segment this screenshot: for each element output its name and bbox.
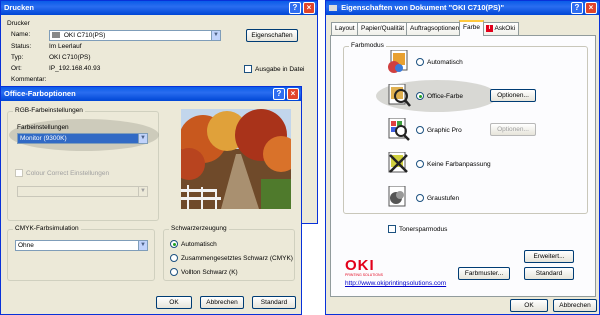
ok-button[interactable]: OK xyxy=(156,296,192,309)
oki-logo-subtext: PRINTING SOLUTIONS xyxy=(345,273,383,277)
type-label: Typ: xyxy=(11,54,24,61)
mode-no-match-label: Keine Farbanpassung xyxy=(427,161,491,168)
help-button[interactable]: ? xyxy=(289,2,301,14)
print-dialog-titlebar[interactable]: Drucken ? × xyxy=(1,1,317,15)
mode-grayscale-label: Graustufen xyxy=(427,195,460,202)
name-label: Name: xyxy=(11,31,31,38)
toner-save-checkbox[interactable] xyxy=(388,225,396,233)
tab-color[interactable]: Farbe xyxy=(459,20,484,36)
help-button[interactable]: ? xyxy=(571,2,583,14)
cancel-button[interactable]: Abbrechen xyxy=(200,296,244,309)
chevron-down-icon[interactable]: ▼ xyxy=(138,187,147,196)
black-auto-label: Automatisch xyxy=(181,241,217,248)
color-correct-checkbox[interactable] xyxy=(15,169,23,177)
office-color-dialog: Office-Farboptionen ? × RGB-Farbeinstell… xyxy=(0,86,302,315)
mode-graphic-pro-radio[interactable] xyxy=(416,126,424,134)
print-dialog-title: Drucken xyxy=(4,3,35,12)
advanced-button[interactable]: Erweitert... xyxy=(524,250,574,263)
tab-askoki-label: AskOki xyxy=(494,25,516,32)
chevron-down-icon[interactable]: ▼ xyxy=(138,134,147,143)
rgb-group-title: RGB-Farbeinstellungen xyxy=(13,107,85,114)
color-settings-label: Farbeinstellungen xyxy=(17,124,69,131)
toner-save-label: Tonersparmodus xyxy=(399,226,448,233)
printer-icon xyxy=(52,32,60,39)
no-color-match-icon xyxy=(388,152,408,173)
mode-graphic-pro-label: Graphic Pro xyxy=(427,127,462,134)
info-icon: i xyxy=(486,24,493,32)
close-button[interactable]: × xyxy=(303,2,315,14)
mode-auto-label: Automatisch xyxy=(427,59,463,66)
document-properties-dialog: Eigenschaften von Dokument "OKI C710(PS)… xyxy=(325,0,600,315)
comment-label: Kommentar: xyxy=(11,76,47,83)
color-settings-value: Monitor (9300K) xyxy=(20,135,67,142)
cancel-button[interactable]: Abbrechen xyxy=(553,299,597,312)
tab-job-options[interactable]: Auftragsoptionen xyxy=(406,22,464,35)
color-sample-button[interactable]: Farbmuster... xyxy=(458,267,510,280)
color-mode-group: Farbmodus xyxy=(343,42,588,214)
color-correct-label: Colour Correct Einstellungen xyxy=(26,170,110,177)
color-mode-title: Farbmodus xyxy=(349,42,386,49)
chevron-down-icon[interactable]: ▼ xyxy=(211,31,220,40)
type-value: OKI C710(PS) xyxy=(49,54,91,61)
oki-logo-text: OKI xyxy=(345,257,375,274)
standard-button[interactable]: Standard xyxy=(252,296,296,309)
graphic-pro-icon xyxy=(388,118,410,141)
tab-layout[interactable]: Layout xyxy=(331,22,359,35)
color-settings-select[interactable]: Monitor (9300K) ▼ xyxy=(17,133,148,144)
ok-button[interactable]: OK xyxy=(510,299,548,312)
printer-group-label: Drucker xyxy=(7,20,30,27)
black-pure-label: Vollton Schwarz (K) xyxy=(181,269,238,276)
preview-image xyxy=(181,109,291,209)
print-to-file-checkbox[interactable] xyxy=(244,65,252,73)
tab-paper-quality[interactable]: Papier/Qualität xyxy=(357,22,408,35)
print-to-file-label: Ausgabe in Datei xyxy=(255,66,305,73)
status-value: Im Leerlauf xyxy=(49,43,82,50)
black-pure-radio[interactable] xyxy=(170,268,178,276)
properties-titlebar[interactable]: Eigenschaften von Dokument "OKI C710(PS)… xyxy=(326,1,599,15)
cmyk-group: CMYK-Farbsimulation xyxy=(7,225,155,281)
mode-office-label: Office-Farbe xyxy=(427,93,464,100)
auto-color-icon xyxy=(388,50,408,73)
printer-icon xyxy=(329,5,337,12)
close-button[interactable]: × xyxy=(287,88,299,100)
properties-button[interactable]: Eigenschaften xyxy=(246,29,298,42)
mode-no-match-radio[interactable] xyxy=(416,160,424,168)
black-composite-radio[interactable] xyxy=(170,254,178,262)
chevron-down-icon[interactable]: ▼ xyxy=(138,241,147,250)
mode-auto-radio[interactable] xyxy=(416,58,424,66)
color-correct-select[interactable]: ▼ xyxy=(17,186,148,197)
oki-url-link[interactable]: http://www.okiprintingsolutions.com xyxy=(345,280,446,287)
graphic-pro-options-button[interactable]: Optionen... xyxy=(490,123,536,136)
grayscale-icon xyxy=(388,186,406,207)
printer-select-value: OKI C710(PS) xyxy=(63,32,106,39)
oki-logo: OKI PRINTING SOLUTIONS xyxy=(345,257,383,277)
properties-title: Eigenschaften von Dokument "OKI C710(PS)… xyxy=(341,3,505,12)
office-color-title: Office-Farboptionen xyxy=(4,89,76,98)
location-label: Ort: xyxy=(11,65,22,72)
office-color-titlebar[interactable]: Office-Farboptionen ? × xyxy=(1,87,301,101)
status-label: Status: xyxy=(11,43,32,50)
standard-button[interactable]: Standard xyxy=(524,267,574,280)
mode-office-radio[interactable] xyxy=(416,92,424,100)
cmyk-value: Ohne xyxy=(18,242,34,249)
close-button[interactable]: × xyxy=(585,2,597,14)
office-color-icon xyxy=(388,84,411,107)
cmyk-group-title: CMYK-Farbsimulation xyxy=(13,225,81,232)
black-auto-radio[interactable] xyxy=(170,240,178,248)
cmyk-select[interactable]: Ohne ▼ xyxy=(15,240,148,251)
location-value: IP_192.168.40.93 xyxy=(49,65,101,72)
tab-askoki[interactable]: i AskOki xyxy=(482,22,520,35)
mode-grayscale-radio[interactable] xyxy=(416,194,424,202)
printer-select[interactable]: OKI C710(PS) ▼ xyxy=(49,30,221,41)
black-group-title: Schwarzerzeugung xyxy=(169,225,229,232)
help-button[interactable]: ? xyxy=(273,88,285,100)
black-composite-label: Zusammengesetztes Schwarz (CMYK) xyxy=(181,255,293,262)
office-options-button[interactable]: Optionen... xyxy=(490,89,536,102)
